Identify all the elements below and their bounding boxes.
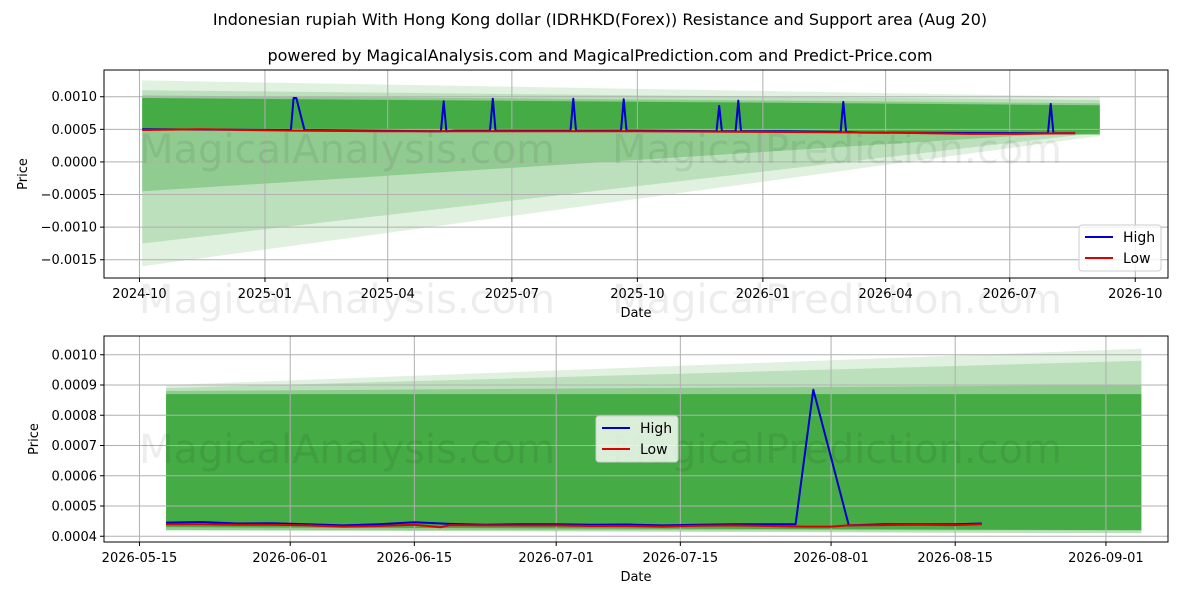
y-tick-label: 0.0010 — [52, 90, 98, 105]
x-tick-label: 2026-06-01 — [252, 551, 328, 566]
x-tick-label: 2026-09-01 — [1068, 551, 1144, 566]
watermark-left: MagicalAnalysis.com — [139, 277, 555, 323]
y-axis-label: Price — [27, 423, 42, 455]
legend-label-low: Low — [1123, 251, 1151, 267]
x-tick-label: 2026-08-15 — [917, 551, 993, 566]
x-axis-label: Date — [620, 306, 651, 321]
legend-label-high: High — [1123, 230, 1155, 246]
legend-label-high: High — [640, 421, 672, 437]
y-tick-label: −0.0005 — [41, 188, 97, 203]
y-tick-label: 0.0009 — [52, 379, 98, 394]
legend: High Low — [595, 415, 679, 463]
y-axis-label: Price — [16, 158, 31, 190]
watermark-left: MagicalAnalysis.com — [139, 127, 555, 173]
y-tick-label: 0.0008 — [52, 409, 98, 424]
legend-label-low: Low — [640, 442, 668, 458]
charts-canvas: 2024-10 2025-01 2025-04 2025-07 2025-10 2026-… — [16, 69, 1169, 585]
x-tick-label: 2026-06-15 — [377, 551, 453, 566]
watermark-left: MagicalAnalysis.com — [139, 427, 555, 473]
chart-panel-2: 2026-05-15 2026-06-01 2026-06-15 2026-07-01… — [27, 335, 1169, 585]
x-axis-label: Date — [620, 570, 651, 585]
x-tick-label: 2026-08-01 — [793, 551, 869, 566]
x-tick-label: 2026-10 — [1108, 287, 1162, 302]
y-tick-label: 0.0006 — [52, 469, 98, 484]
y-tick-label: 0.0005 — [52, 123, 98, 138]
chart-panel-1: 2024-10 2025-01 2025-04 2025-07 2025-10 2026-… — [16, 69, 1169, 323]
y-tick-label: 0.0010 — [52, 348, 98, 363]
y-tick-label: −0.0015 — [41, 253, 97, 268]
y-tick-label: 0.0000 — [52, 155, 98, 170]
legend: High Low — [1078, 224, 1162, 272]
y-tick-label: −0.0010 — [41, 221, 97, 236]
watermark-right: MagicalPrediction.com — [612, 427, 1062, 473]
x-tick-label: 2026-05-15 — [102, 551, 178, 566]
y-tick-label: 0.0007 — [52, 439, 98, 454]
support-resistance-bands — [142, 80, 1100, 267]
x-tick-label: 2026-07-15 — [643, 551, 719, 566]
x-tick-label: 2026-07-01 — [518, 551, 594, 566]
y-tick-label: 0.0005 — [52, 500, 98, 515]
y-tick-label: 0.0004 — [52, 530, 98, 545]
watermark-right: MagicalPrediction.com — [612, 277, 1062, 323]
